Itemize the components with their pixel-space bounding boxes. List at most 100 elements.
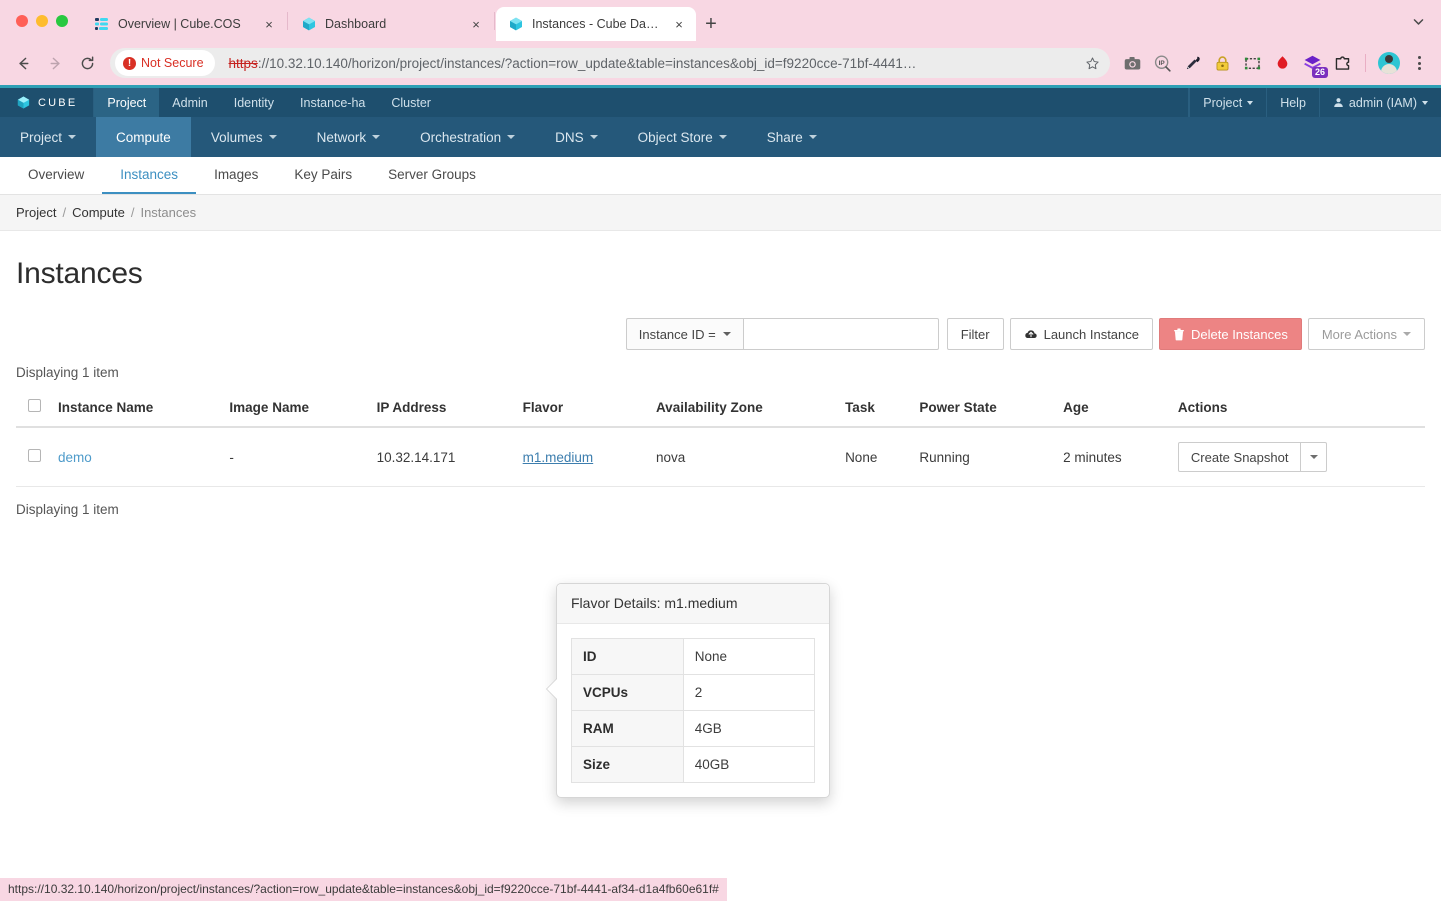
flavor-link[interactable]: m1.medium (523, 450, 594, 465)
selection-frame-icon[interactable] (1240, 51, 1264, 75)
address-bar[interactable]: ! Not Secure https://10.32.10.140/horizo… (110, 48, 1110, 78)
lock-icon[interactable] (1210, 51, 1234, 75)
browser-tab-3-close-icon[interactable]: × (670, 15, 688, 33)
column-ip-address[interactable]: IP Address (368, 390, 515, 428)
more-actions-button[interactable]: More Actions (1307, 318, 1425, 350)
more-actions-label: More Actions (1321, 326, 1397, 342)
cube-icon (303, 17, 315, 31)
column-image-name[interactable]: Image Name (221, 390, 369, 428)
kebab-menu-icon[interactable] (1407, 51, 1431, 75)
flavor-details-popover: Flavor Details: m1.medium ID None VCPUs … (546, 583, 830, 798)
breadcrumb-item-compute[interactable]: Compute (72, 205, 125, 220)
tab-server-groups[interactable]: Server Groups (370, 157, 494, 194)
top-nav-help[interactable]: Help (1266, 88, 1319, 117)
menu-dns[interactable]: DNS (535, 117, 618, 157)
puzzle-extension-icon[interactable] (1330, 51, 1354, 75)
popover-arrow-inner (547, 679, 557, 699)
column-task[interactable]: Task (837, 390, 912, 428)
browser-chrome: Overview | Cube.COS × Dashboard × Instan… (0, 0, 1441, 85)
top-nav-instance-ha[interactable]: Instance-ha (287, 88, 378, 117)
browser-tab-2[interactable]: Dashboard × (289, 7, 493, 41)
breadcrumb-separator: / (62, 205, 67, 220)
extension-badge-count: 26 (1311, 67, 1328, 78)
menu-compute[interactable]: Compute (96, 117, 191, 157)
user-icon (1334, 98, 1343, 107)
maximize-window-button[interactable] (56, 14, 68, 27)
horizon-top-nav: CUBE Project Admin Identity Instance-ha … (0, 88, 1441, 117)
chevron-down-icon (589, 135, 598, 139)
back-button[interactable] (8, 48, 38, 78)
not-secure-badge[interactable]: ! Not Secure (115, 50, 215, 76)
delete-instances-button[interactable]: Delete Instances (1159, 318, 1302, 350)
chevron-down-icon (718, 135, 727, 139)
new-tab-button[interactable]: + (696, 7, 726, 41)
cell-instance-name: demo (50, 427, 222, 487)
menu-network[interactable]: Network (297, 117, 401, 157)
top-nav-project[interactable]: Project (94, 88, 160, 117)
horizon-sub-tabs: Overview Instances Images Key Pairs Serv… (0, 157, 1441, 195)
bookmark-star-icon[interactable] (1078, 49, 1106, 77)
tab-overview[interactable]: Overview (10, 157, 102, 194)
breadcrumb-item-project[interactable]: Project (16, 205, 56, 220)
close-window-button[interactable] (16, 14, 28, 27)
chevron-down-icon (372, 135, 381, 139)
create-snapshot-button[interactable]: Create Snapshot (1177, 442, 1302, 472)
menu-orchestration[interactable]: Orchestration (400, 117, 535, 157)
search-input[interactable] (742, 318, 939, 350)
svg-text:IP: IP (1158, 59, 1165, 66)
menu-volumes[interactable]: Volumes (191, 117, 297, 157)
filter-field-select[interactable]: Instance ID = (625, 318, 743, 350)
top-nav-admin[interactable]: Admin (159, 88, 220, 117)
chevron-down-icon (68, 135, 77, 139)
forward-button[interactable] (40, 48, 70, 78)
layers-icon[interactable]: 26 (1300, 51, 1328, 78)
tab-instances[interactable]: Instances (102, 157, 197, 194)
chevron-down-icon (268, 135, 277, 139)
ip-search-icon[interactable]: IP (1150, 51, 1174, 75)
flavor-detail-key-id: ID (571, 638, 684, 675)
displaying-count-bottom: Displaying 1 item (16, 502, 119, 517)
filter-button[interactable]: Filter (946, 318, 1004, 350)
menu-share-label: Share (766, 129, 803, 145)
select-all-checkbox[interactable] (28, 399, 41, 412)
url-text[interactable]: https://10.32.10.140/horizon/project/ins… (215, 56, 1078, 71)
brand-logo[interactable]: CUBE (0, 88, 95, 117)
browser-tab-2-close-icon[interactable]: × (467, 15, 485, 33)
top-nav-identity[interactable]: Identity (221, 88, 287, 117)
cell-availability-zone: nova (647, 427, 838, 487)
browser-tab-1-close-icon[interactable]: × (260, 15, 278, 33)
instance-name-link[interactable]: demo (58, 450, 92, 465)
avatar[interactable] (1377, 51, 1401, 75)
column-instance-name[interactable]: Instance Name (50, 390, 222, 428)
not-secure-label: Not Secure (141, 56, 204, 70)
window-traffic-lights (12, 0, 82, 41)
instances-table-body: demo - 10.32.14.171 m1.medium nova None … (16, 427, 1425, 487)
chrome-tab-search-icon[interactable] (1405, 8, 1431, 34)
chevron-down-icon (1309, 455, 1318, 459)
eyedropper-icon[interactable] (1180, 51, 1204, 75)
launch-instance-button[interactable]: Launch Instance (1009, 318, 1153, 350)
row-actions-dropdown-button[interactable] (1301, 442, 1328, 472)
column-power-state[interactable]: Power State (911, 390, 1056, 428)
tab-key-pairs[interactable]: Key Pairs (276, 157, 370, 194)
menu-share[interactable]: Share (747, 117, 837, 157)
reload-button[interactable] (72, 48, 102, 78)
cell-actions: Create Snapshot (1169, 427, 1425, 487)
menu-object-store[interactable]: Object Store (618, 117, 747, 157)
column-age[interactable]: Age (1055, 390, 1170, 428)
browser-tab-3[interactable]: Instances - Cube Dashboard × (496, 7, 696, 41)
opera-drop-icon[interactable] (1270, 51, 1294, 75)
column-availability-zone[interactable]: Availability Zone (647, 390, 838, 428)
menu-project[interactable]: Project (0, 117, 96, 157)
top-nav-project-switcher[interactable]: Project (1189, 88, 1266, 117)
camera-icon[interactable] (1120, 51, 1144, 75)
browser-tab-1[interactable]: Overview | Cube.COS × (82, 7, 286, 41)
column-flavor[interactable]: Flavor (514, 390, 648, 428)
select-all-header (16, 390, 50, 428)
row-select-checkbox[interactable] (28, 449, 41, 462)
top-nav-cluster[interactable]: Cluster (378, 88, 444, 117)
minimize-window-button[interactable] (36, 14, 48, 27)
tab-images[interactable]: Images (196, 157, 276, 194)
trash-icon (1174, 327, 1184, 340)
top-nav-user-menu[interactable]: admin (IAM) (1318, 88, 1441, 117)
